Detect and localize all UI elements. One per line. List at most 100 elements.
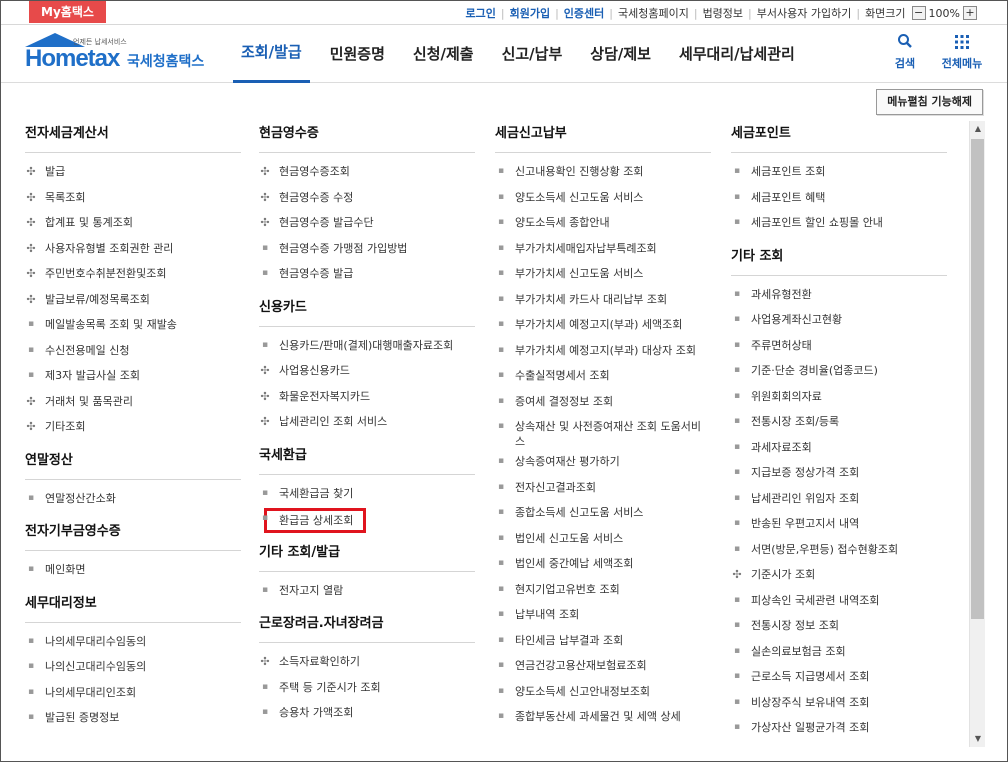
menu-item[interactable]: ▪ 법인세 신고도움 서비스 [495,526,711,552]
menu-item[interactable]: ▪ 수신전용메일 신청 [25,338,241,364]
section-title[interactable]: 세무대리정보 [25,589,241,623]
menu-item[interactable]: ▪ 세금포인트 할인 쇼핑몰 안내 [731,210,947,236]
menu-item[interactable]: ▪ 주택 등 기준시가 조회 [259,675,475,701]
menu-item[interactable]: ▪ 현지기업고유번호 조회 [495,577,711,603]
menu-item[interactable]: ✣ 기준시가 조회 [731,562,947,588]
menu-item[interactable]: ✣ 발급보류/예정목록조회 [25,287,241,313]
menu-item[interactable]: ▪ 수출실적명세서 조회 [495,363,711,389]
menu-item[interactable]: ▪ 나의세무대리수임동의 [25,629,241,655]
menu-expand-toggle-button[interactable]: 메뉴펼침 기능해제 [876,89,983,115]
util-link[interactable]: 법령정보 [703,5,743,21]
util-link[interactable]: 로그인 [466,5,496,21]
nav-item[interactable]: 신고/납부 [494,25,571,83]
menu-item[interactable]: ✣ 발급 [25,159,241,185]
menu-item[interactable]: ✣ 합계표 및 통계조회 [25,210,241,236]
menu-item[interactable]: ▪ 양도소득세 종합안내 [495,210,711,236]
nav-item[interactable]: 세무대리/납세관리 [671,25,803,83]
menu-item[interactable]: ▪ 양도소득세 신고안내정보조회 [495,679,711,705]
menu-item[interactable]: ▪ 신용카드/판매(결제)대행매출자료조회 [259,333,475,359]
menu-item[interactable]: ✣ 사업용신용카드 [259,358,475,384]
section-title[interactable]: 기타 조회/발급 [259,538,475,572]
nav-item[interactable]: 신청/제출 [405,25,482,83]
section-title[interactable]: 연말정산 [25,446,241,480]
menu-item[interactable]: ✣ 사용자유형별 조회권한 관리 [25,236,241,262]
menu-item[interactable]: ▪ 환급금 상세조회 [259,506,475,533]
menu-item[interactable]: ✣ 목록조회 [25,185,241,211]
menu-item[interactable]: ▪ 전자고지 열람 [259,578,475,604]
menu-item[interactable]: ▪ 나의신고대리수임동의 [25,654,241,680]
section-title[interactable]: 세금포인트 [731,119,947,153]
menu-item[interactable]: ▪ 신고내용확인 진행상황 조회 [495,159,711,185]
menu-item[interactable]: ▪ 승용차 가액조회 [259,700,475,726]
menu-item[interactable]: ▪ 종합소득세 신고도움 서비스 [495,500,711,526]
section-title[interactable]: 전자세금계산서 [25,119,241,153]
menu-item[interactable]: ▪ 제3자 발급사실 조회 [25,363,241,389]
menu-item[interactable]: ▪ 메일발송목록 조회 및 재발송 [25,312,241,338]
menu-item[interactable]: ▪ 부가가치세 예정고지(부과) 세액조회 [495,312,711,338]
menu-item[interactable]: ▪ 종합부동산세 과세물건 및 세액 상세 [495,704,711,730]
menu-item[interactable]: ▪ 과세유형전환 [731,282,947,308]
menu-item[interactable]: ▪ 전통시장 조회/등록 [731,409,947,435]
menu-item[interactable]: ▪ 증여세 결정정보 조회 [495,389,711,415]
menu-item[interactable]: ▪ 양도소득세 신고도움 서비스 [495,185,711,211]
menu-item[interactable]: ▪ 법인세 중간예납 세액조회 [495,551,711,577]
menu-item[interactable]: ✣ 거래처 및 품목관리 [25,389,241,415]
menu-item[interactable]: ▪ 부가가치세 카드사 대리납부 조회 [495,287,711,313]
menu-item[interactable]: ▪ 지급보증 정상가격 조회 [731,460,947,486]
menu-item[interactable]: ▪ 위원회회의자료 [731,384,947,410]
section-title[interactable]: 신용카드 [259,293,475,327]
menu-item[interactable]: ▪ 메인화면 [25,557,241,583]
section-title[interactable]: 현금영수증 [259,119,475,153]
menu-item[interactable]: ▪ 부가가치세 예정고지(부과) 대상자 조회 [495,338,711,364]
menu-item[interactable]: ▪ 세금포인트 혜택 [731,185,947,211]
menu-item[interactable]: ▪ 비상장주식 보유내역 조회 [731,690,947,716]
menu-item[interactable]: ▪ 현금영수증 발급 [259,261,475,287]
menu-item[interactable]: ▪ 피상속인 국세관련 내역조회 [731,588,947,614]
menu-item[interactable]: ✣ 현금영수증 발급수단 [259,210,475,236]
scroll-up-arrow-icon[interactable]: ▲ [970,121,986,137]
section-title[interactable]: 국세환급 [259,441,475,475]
menu-item[interactable]: ✣ 현금영수증 수정 [259,185,475,211]
util-link[interactable]: 회원가입 [510,5,550,21]
menu-item[interactable]: ✣ 기타조회 [25,414,241,440]
menu-item[interactable]: ▪ 납부내역 조회 [495,602,711,628]
menu-item[interactable]: ▪ 납세관리인 위임자 조회 [731,486,947,512]
section-title[interactable]: 근로장려금.자녀장려금 [259,609,475,643]
menu-item[interactable]: ✣ 화물운전자복지카드 [259,384,475,410]
menu-item[interactable]: ▪ 서면(방문,우편등) 접수현황조회 [731,537,947,563]
menu-item[interactable]: ✣ 현금영수증조회 [259,159,475,185]
scroll-thumb[interactable] [971,139,984,619]
menu-item[interactable]: ▪ 국세환급금 찾기 [259,481,475,507]
menu-item[interactable]: ▪ 부가가치세매입자납부특례조회 [495,236,711,262]
menu-item[interactable]: ✣ 주민번호수취분전환및조회 [25,261,241,287]
nav-item[interactable]: 조회/발급 [233,25,310,83]
menu-item[interactable]: ▪ 상속재산 및 사전증여재산 조회 도움서비스 [495,414,711,449]
section-title[interactable]: 세금신고납부 [495,119,711,153]
zoom-out-button[interactable]: − [911,6,926,20]
menu-item[interactable]: ▪ 근로소득 지급명세서 조회 [731,664,947,690]
menu-item[interactable]: ▪ 발급된 증명정보 [25,705,241,731]
util-link[interactable]: 부서사용자 가입하기 [757,5,852,21]
vertical-scrollbar[interactable]: ▲ ▼ [969,121,985,747]
menu-item[interactable]: ▪ 가상자산 일평균가격 조회 [731,715,947,741]
menu-item[interactable]: ▪ 연말정산간소화 [25,486,241,512]
menu-item[interactable]: ▪ 전자신고결과조회 [495,475,711,501]
menu-item[interactable]: ▪ 실손의료보험금 조회 [731,639,947,665]
zoom-in-button[interactable]: + [963,6,977,20]
menu-item[interactable]: ▪ 주류면허상태 [731,333,947,359]
menu-item[interactable]: ▪ 부가가치세 신고도움 서비스 [495,261,711,287]
section-title[interactable]: 전자기부금영수증 [25,517,241,551]
menu-item[interactable]: ▪ 세금포인트 조회 [731,159,947,185]
nav-item[interactable]: 민원증명 [322,25,393,83]
menu-item[interactable]: ▪ 과세자료조회 [731,435,947,461]
util-link[interactable]: 인증센터 [564,5,604,21]
menu-item[interactable]: ✣ 소득자료확인하기 [259,649,475,675]
nav-item[interactable]: 상담/제보 [582,25,659,83]
scroll-down-arrow-icon[interactable]: ▼ [970,731,986,747]
menu-item[interactable]: ▪ 상속증여재산 평가하기 [495,449,711,475]
menu-item[interactable]: ▪ 전통시장 정보 조회 [731,613,947,639]
menu-item[interactable]: ✣ 납세관리인 조회 서비스 [259,409,475,435]
my-hometax-tab[interactable]: My홈택스 [29,1,106,23]
menu-item[interactable]: ▪ 반송된 우편고지서 내역 [731,511,947,537]
util-link[interactable]: 국세청홈페이지 [618,5,689,21]
